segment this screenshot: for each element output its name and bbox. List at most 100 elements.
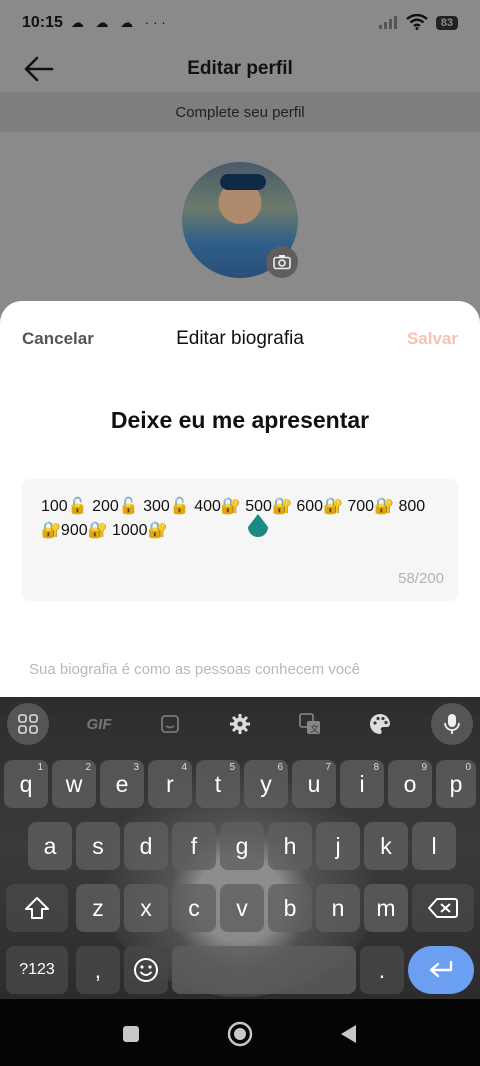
key-o[interactable]: o9	[388, 760, 432, 808]
key-j[interactable]: j	[316, 822, 360, 870]
palette-icon	[370, 714, 390, 734]
wifi-icon	[406, 13, 428, 33]
status-right: 83	[378, 13, 458, 33]
key-hint: 4	[181, 762, 187, 773]
keyboard: GIF 文 q1 w2 e3 r4 t5 y6 u7 i8 o9 p0 a s …	[0, 697, 480, 999]
enter-key[interactable]	[408, 946, 474, 994]
key-m[interactable]: m	[364, 884, 408, 932]
key-p[interactable]: p0	[436, 760, 476, 808]
cursor-handle[interactable]	[246, 513, 270, 541]
key-y[interactable]: y6	[244, 760, 288, 808]
backspace-key[interactable]	[412, 884, 474, 932]
system-nav-bar	[0, 999, 480, 1066]
translate-icon: 文	[299, 713, 320, 735]
triangle-back-icon	[341, 1025, 356, 1043]
key-u[interactable]: u7	[292, 760, 336, 808]
key-hint: 7	[325, 762, 331, 773]
key-hint: 3	[133, 762, 139, 773]
key-label: y	[260, 770, 272, 797]
key-n[interactable]: n	[316, 884, 360, 932]
gear-icon	[230, 714, 250, 734]
voice-input-button[interactable]	[431, 703, 473, 745]
top-bar: Editar perfil	[0, 46, 480, 92]
back-nav-button[interactable]	[336, 1021, 362, 1047]
backspace-icon	[428, 898, 458, 918]
svg-text:文: 文	[310, 723, 319, 735]
edit-bio-sheet: Cancelar Editar biografia Salvar Deixe e…	[0, 301, 480, 697]
key-label: u	[307, 770, 321, 797]
period-key[interactable]: .	[360, 946, 404, 994]
key-d[interactable]: d	[124, 822, 168, 870]
change-photo-button[interactable]	[266, 246, 298, 278]
symbols-key[interactable]: ?123	[6, 946, 68, 994]
key-hint: 5	[229, 762, 235, 773]
sheet-header: Cancelar Editar biografia Salvar	[0, 301, 480, 377]
shift-icon	[25, 897, 49, 919]
key-t[interactable]: t5	[196, 760, 240, 808]
key-b[interactable]: b	[268, 884, 312, 932]
bio-heading: Deixe eu me apresentar	[110, 407, 370, 433]
key-e[interactable]: e3	[100, 760, 144, 808]
arrow-left-icon	[24, 56, 54, 82]
settings-button[interactable]	[219, 703, 261, 745]
enter-icon	[429, 960, 453, 978]
key-hint: 1	[37, 762, 43, 773]
theme-button[interactable]	[359, 703, 401, 745]
key-label: o	[403, 770, 417, 797]
status-time: 10:15	[22, 14, 63, 31]
key-s[interactable]: s	[76, 822, 120, 870]
comma-key[interactable]: ,	[76, 946, 120, 994]
battery-indicator: 83	[435, 16, 458, 30]
key-q[interactable]: q1	[4, 760, 48, 808]
key-hint: 9	[421, 762, 427, 773]
mic-icon	[444, 714, 460, 734]
key-w[interactable]: w2	[52, 760, 96, 808]
key-f[interactable]: f	[172, 822, 216, 870]
key-label: w	[65, 770, 83, 797]
key-hint: 6	[277, 762, 283, 773]
key-hint: 8	[373, 762, 379, 773]
save-button[interactable]: Salvar	[407, 329, 458, 349]
key-label: e	[115, 770, 129, 797]
status-bar: 10:15 ☁ ☁ ☁ ··· 83	[0, 0, 480, 46]
camera-icon	[273, 255, 291, 270]
space-key[interactable]	[172, 946, 356, 994]
key-k[interactable]: k	[364, 822, 408, 870]
back-button[interactable]	[22, 52, 56, 86]
shift-key[interactable]	[6, 884, 68, 932]
key-hint: 0	[465, 762, 471, 773]
key-c[interactable]: c	[172, 884, 216, 932]
home-button[interactable]	[227, 1021, 253, 1047]
sticker-icon	[161, 715, 179, 733]
key-label: r	[166, 770, 174, 797]
key-label: i	[359, 770, 365, 797]
key-l[interactable]: l	[412, 822, 456, 870]
key-v[interactable]: v	[220, 884, 264, 932]
signal-icon	[378, 15, 398, 32]
bio-input[interactable]: 100🔓 200🔓 300🔓 400🔐 500🔐 600🔐 700🔐 800🔐9…	[22, 479, 458, 601]
key-r[interactable]: r4	[148, 760, 192, 808]
avatar-sunglasses	[220, 174, 266, 190]
keyboard-toolbar: GIF 文	[0, 697, 480, 751]
bio-hint: Sua biografia é como as pessoas conhecem…	[29, 661, 361, 678]
menu-button[interactable]	[7, 703, 49, 745]
gif-button[interactable]: GIF	[78, 703, 120, 745]
char-counter: 58/200	[398, 570, 444, 587]
bio-text[interactable]: 100🔓 200🔓 300🔓 400🔐 500🔐 600🔐 700🔐 800🔐9…	[41, 495, 441, 543]
sticker-button[interactable]	[149, 703, 191, 745]
translate-button[interactable]: 文	[289, 703, 331, 745]
recents-button[interactable]	[118, 1021, 144, 1047]
key-label: p	[449, 770, 463, 797]
page-title: Editar perfil	[187, 58, 293, 79]
key-g[interactable]: g	[220, 822, 264, 870]
key-z[interactable]: z	[76, 884, 120, 932]
text-cursor-handle-icon	[248, 514, 268, 537]
key-x[interactable]: x	[124, 884, 168, 932]
circle-icon	[227, 1021, 253, 1047]
key-a[interactable]: a	[28, 822, 72, 870]
grid-icon	[18, 714, 38, 734]
complete-profile-banner[interactable]: Complete seu perfil	[0, 92, 480, 132]
key-i[interactable]: i8	[340, 760, 384, 808]
key-h[interactable]: h	[268, 822, 312, 870]
emoji-key[interactable]	[124, 946, 168, 994]
